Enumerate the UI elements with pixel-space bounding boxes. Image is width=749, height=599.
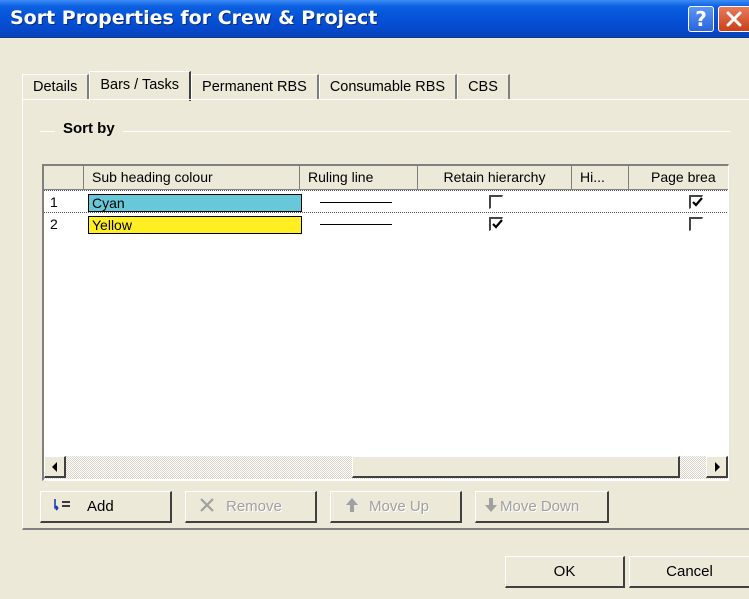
sort-grid[interactable]: Sub heading colour Ruling line Retain hi… <box>42 164 729 481</box>
row-number: 2 <box>50 216 58 232</box>
ruling-line-sample[interactable] <box>320 202 392 203</box>
close-button[interactable] <box>718 6 749 32</box>
cancel-button[interactable]: Cancel <box>629 556 749 588</box>
add-button[interactable]: Add <box>40 491 172 523</box>
header-retain-hierarchy[interactable]: Retain hierarchy <box>418 166 572 190</box>
remove-label: Remove <box>226 498 282 515</box>
retain-hierarchy-checkbox[interactable] <box>489 195 503 209</box>
colour-swatch[interactable]: Cyan <box>88 194 302 212</box>
tab-bars-tasks[interactable]: Bars / Tasks <box>89 71 192 101</box>
row-number: 1 <box>50 194 58 210</box>
arrow-left-icon <box>51 461 57 472</box>
grid-header: Sub heading colour Ruling line Retain hi… <box>44 166 728 190</box>
add-sort-icon <box>51 498 73 516</box>
checkmark-icon <box>492 219 503 229</box>
tab-cbs[interactable]: CBS <box>457 74 510 100</box>
colour-label: Cyan <box>92 195 125 211</box>
arrow-up-icon <box>341 497 363 517</box>
move-up-button[interactable]: Move Up <box>330 491 462 523</box>
header-hi[interactable]: Hi... <box>572 166 629 190</box>
header-sub-heading-colour[interactable]: Sub heading colour <box>84 166 300 190</box>
page-break-checkbox[interactable] <box>689 217 703 231</box>
header-ruling-line[interactable]: Ruling line <box>300 166 418 190</box>
window-title: Sort Properties for Crew & Project <box>10 7 378 29</box>
close-icon <box>726 11 742 27</box>
help-icon: ? <box>695 7 707 31</box>
table-row[interactable]: 2 Yellow <box>44 213 728 236</box>
page-break-checkbox[interactable] <box>689 195 703 209</box>
remove-button[interactable]: Remove <box>185 491 317 523</box>
arrow-down-icon <box>484 497 498 517</box>
title-bar: Sort Properties for Crew & Project ? <box>0 0 749 38</box>
tab-permanent-rbs[interactable]: Permanent RBS <box>191 74 319 100</box>
tab-details[interactable]: Details <box>22 74 90 100</box>
move-down-button[interactable]: Move Down <box>475 491 609 523</box>
scroll-thumb[interactable] <box>352 456 680 478</box>
arrow-right-icon <box>714 461 720 472</box>
group-divider <box>40 131 730 132</box>
scroll-left-button[interactable] <box>44 456 66 478</box>
remove-icon <box>196 497 218 517</box>
tab-consumable-rbs[interactable]: Consumable RBS <box>318 74 458 100</box>
move-down-label: Move Down <box>500 498 580 515</box>
checkmark-icon <box>692 197 703 207</box>
colour-swatch[interactable]: Yellow <box>88 216 302 234</box>
ruling-line-sample[interactable] <box>320 224 392 225</box>
move-up-label: Move Up <box>369 498 430 515</box>
sort-by-label: Sort by <box>55 120 123 137</box>
colour-label: Yellow <box>92 217 132 233</box>
ok-label: OK <box>553 563 576 580</box>
horizontal-scrollbar[interactable] <box>44 456 728 479</box>
add-label: Add <box>87 498 114 515</box>
ok-button[interactable]: OK <box>505 556 625 588</box>
scroll-right-button[interactable] <box>706 456 728 478</box>
header-page-break[interactable]: Page brea <box>629 166 728 190</box>
header-row-number[interactable] <box>44 166 84 190</box>
tab-strip: Details Bars / Tasks Permanent RBS Consu… <box>22 71 510 101</box>
retain-hierarchy-checkbox[interactable] <box>489 217 503 231</box>
help-button[interactable]: ? <box>688 6 714 32</box>
cancel-label: Cancel <box>666 563 713 580</box>
table-row[interactable]: 1 Cyan <box>44 190 728 213</box>
